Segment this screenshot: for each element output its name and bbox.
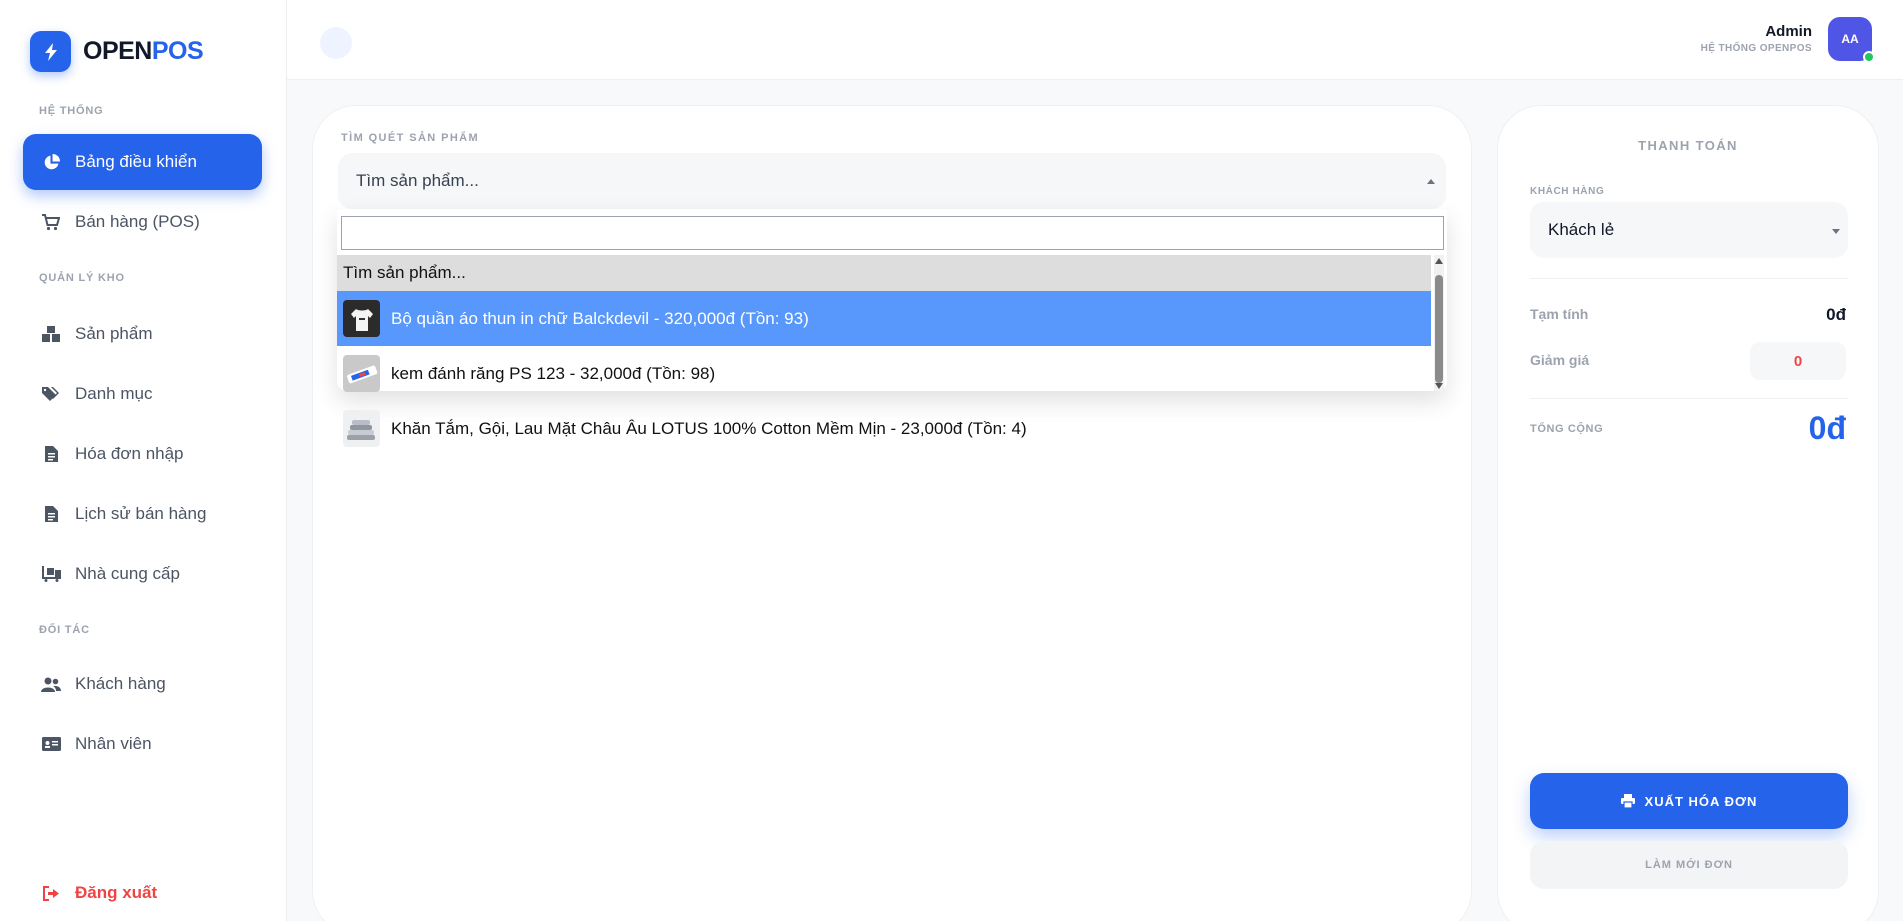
scroll-up-icon[interactable] bbox=[1435, 258, 1443, 264]
boxes-icon bbox=[41, 324, 61, 344]
sign-out-icon bbox=[41, 883, 61, 903]
dropdown-option[interactable]: kem đánh răng PS 123 - 32,000đ (Tồn: 98) bbox=[337, 346, 1431, 401]
scrollbar-thumb[interactable] bbox=[1435, 275, 1443, 383]
product-search-panel: TÌM QUÉT SẢN PHẨM Tìm sản phẩm... Tìm sả… bbox=[312, 105, 1472, 921]
truck-loading-icon bbox=[41, 564, 61, 584]
dropdown-options: Tìm sản phẩm... Bộ quần áo thun in chữ B… bbox=[337, 255, 1431, 456]
chevron-down-icon bbox=[1832, 229, 1840, 234]
pie-chart-icon bbox=[41, 152, 61, 172]
sidebar: OPENPOS HỆ THỐNG Bảng điều khiển Bán hàn… bbox=[0, 0, 287, 921]
divider bbox=[1530, 278, 1848, 279]
section-label-partners: ĐỐI TÁC bbox=[39, 624, 90, 636]
section-label-system: HỆ THỐNG bbox=[39, 105, 104, 117]
toothpaste-thumbnail bbox=[343, 355, 380, 392]
sidebar-item-sales-history[interactable]: Lịch sử bán hàng bbox=[23, 486, 262, 542]
option-label: Khăn Tắm, Gội, Lau Mặt Châu Âu LOTUS 100… bbox=[391, 418, 1027, 438]
user-name: Admin bbox=[1765, 23, 1812, 40]
dropdown-scrollbar[interactable] bbox=[1434, 255, 1444, 391]
invoice-icon bbox=[41, 504, 61, 524]
user-subtitle: HỆ THỐNG OPENPOS bbox=[1700, 43, 1812, 54]
dropdown-option[interactable]: Bộ quần áo thun in chữ Balckdevil - 320,… bbox=[337, 291, 1431, 346]
customer-label: KHÁCH HÀNG bbox=[1530, 186, 1605, 197]
option-label: Tìm sản phẩm... bbox=[343, 263, 466, 282]
product-select-value: Tìm sản phẩm... bbox=[356, 171, 479, 190]
subtotal-label: Tạm tính bbox=[1530, 306, 1589, 322]
cart-icon bbox=[41, 212, 61, 232]
discount-label: Giảm giá bbox=[1530, 352, 1590, 368]
invoice-icon bbox=[41, 444, 61, 464]
logo[interactable]: OPENPOS bbox=[30, 31, 204, 72]
divider bbox=[1530, 398, 1848, 399]
menu-toggle-button[interactable] bbox=[320, 27, 352, 59]
product-search-label: TÌM QUÉT SẢN PHẨM bbox=[341, 132, 480, 144]
product-dropdown: Tìm sản phẩm... Bộ quần áo thun in chữ B… bbox=[337, 209, 1447, 447]
sidebar-item-customers[interactable]: Khách hàng bbox=[23, 656, 262, 712]
brand-name: OPENPOS bbox=[83, 37, 204, 65]
checkout-button[interactable]: XUẤT HÓA ĐƠN bbox=[1530, 773, 1848, 829]
logout-button[interactable]: Đăng xuất bbox=[23, 865, 262, 921]
reset-order-button[interactable]: LÀM MỚI ĐƠN bbox=[1530, 841, 1848, 889]
sidebar-item-label: Danh mục bbox=[75, 384, 153, 403]
sidebar-item-label: Nhà cung cấp bbox=[75, 564, 180, 583]
online-status-dot bbox=[1863, 51, 1875, 63]
checkout-panel: THANH TOÁN KHÁCH HÀNG Khách lẻ Tạm tính … bbox=[1497, 105, 1879, 921]
total-value: 0đ bbox=[1808, 410, 1846, 446]
id-card-icon bbox=[41, 734, 61, 754]
option-label: Bộ quần áo thun in chữ Balckdevil - 320,… bbox=[391, 308, 809, 328]
checkout-title: THANH TOÁN bbox=[1638, 138, 1738, 153]
printer-icon bbox=[1620, 794, 1635, 808]
sidebar-item-pos[interactable]: Bán hàng (POS) bbox=[23, 194, 262, 250]
sidebar-item-label: Bảng điều khiển bbox=[75, 152, 197, 171]
sidebar-item-label: Bán hàng (POS) bbox=[75, 212, 200, 231]
customer-select[interactable]: Khách lẻ bbox=[1530, 202, 1848, 258]
reset-button-label: LÀM MỚI ĐƠN bbox=[1645, 859, 1733, 871]
sidebar-item-label: Khách hàng bbox=[75, 674, 166, 693]
subtotal-value: 0đ bbox=[1826, 305, 1846, 324]
sidebar-item-suppliers[interactable]: Nhà cung cấp bbox=[23, 546, 262, 602]
sidebar-item-employees[interactable]: Nhân viên bbox=[23, 716, 262, 772]
discount-value: 0 bbox=[1793, 352, 1803, 370]
sidebar-item-label: Lịch sử bán hàng bbox=[75, 504, 207, 523]
sidebar-item-label: Sản phẩm bbox=[75, 324, 153, 343]
section-label-inventory: QUẢN LÝ KHO bbox=[39, 272, 125, 284]
option-label: kem đánh răng PS 123 - 32,000đ (Tồn: 98) bbox=[391, 363, 716, 383]
dropdown-option[interactable]: Khăn Tắm, Gội, Lau Mặt Châu Âu LOTUS 100… bbox=[337, 401, 1431, 456]
sidebar-item-products[interactable]: Sản phẩm bbox=[23, 306, 262, 362]
avatar-initials: AA bbox=[1841, 32, 1859, 46]
users-icon bbox=[41, 674, 61, 694]
scroll-down-icon[interactable] bbox=[1435, 383, 1443, 389]
dropdown-search-input[interactable] bbox=[341, 216, 1444, 250]
product-select[interactable]: Tìm sản phẩm... bbox=[338, 153, 1446, 209]
tags-icon bbox=[41, 384, 61, 404]
sidebar-item-categories[interactable]: Danh mục bbox=[23, 366, 262, 422]
bolt-icon bbox=[30, 31, 71, 72]
discount-input[interactable]: 0 bbox=[1750, 342, 1846, 380]
caret-up-icon bbox=[1427, 179, 1435, 184]
logout-label: Đăng xuất bbox=[75, 883, 158, 902]
checkout-button-label: XUẤT HÓA ĐƠN bbox=[1644, 793, 1758, 809]
sidebar-item-label: Hóa đơn nhập bbox=[75, 444, 184, 463]
sidebar-item-label: Nhân viên bbox=[75, 734, 152, 753]
tshirt-thumbnail bbox=[343, 300, 380, 337]
top-header: Admin HỆ THỐNG OPENPOS AA bbox=[287, 0, 1903, 80]
customer-select-value: Khách lẻ bbox=[1548, 220, 1615, 239]
dropdown-option-placeholder[interactable]: Tìm sản phẩm... bbox=[337, 255, 1431, 291]
sidebar-item-purchase-invoices[interactable]: Hóa đơn nhập bbox=[23, 426, 262, 482]
sidebar-item-dashboard[interactable]: Bảng điều khiển bbox=[23, 134, 262, 190]
towel-thumbnail bbox=[343, 410, 380, 447]
avatar[interactable]: AA bbox=[1828, 17, 1875, 63]
total-label: TỔNG CỘNG bbox=[1530, 423, 1604, 435]
